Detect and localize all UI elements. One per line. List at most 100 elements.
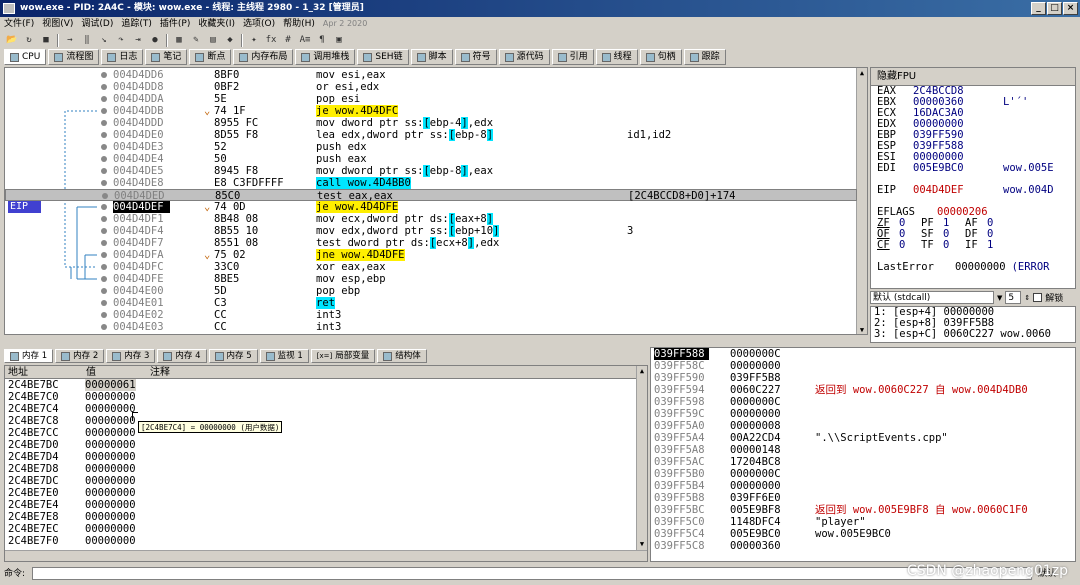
- col-comment[interactable]: 注释: [147, 366, 170, 379]
- hash-icon[interactable]: #: [280, 33, 296, 47]
- stack-row[interactable]: 039FF5C4 005E9BC0 wow.005E9BC0: [651, 528, 1075, 540]
- arg-count-field[interactable]: 5: [1005, 291, 1022, 304]
- lasterror-value[interactable]: 00000000: [955, 261, 1006, 273]
- disasm-row[interactable]: 004D4DE4 50 push eax: [5, 153, 857, 165]
- tab-14[interactable]: 跟踪: [683, 49, 726, 65]
- unlock-checkbox[interactable]: [1033, 293, 1043, 302]
- dump-value[interactable]: 00000000: [85, 535, 136, 547]
- hide-fpu-button[interactable]: 隐藏FPU: [871, 68, 1075, 86]
- breakpoint-dot-icon[interactable]: [101, 120, 107, 126]
- disasm-row[interactable]: 004D4DF7 8551 08 test dword ptr ds:[ecx+8]…: [5, 237, 857, 249]
- stack-row[interactable]: 039FF5C8 00000360: [651, 540, 1075, 552]
- restart-icon[interactable]: ↻: [21, 33, 37, 47]
- stack-value[interactable]: 0060C227: [730, 384, 781, 396]
- breakpoint-dot-icon[interactable]: [101, 276, 107, 282]
- disasm-row[interactable]: 004D4DDD 8955 FC mov dword ptr ss:[ebp-4],…: [5, 117, 857, 129]
- dump-row[interactable]: 2C4BE7CC 00000000: [5, 427, 647, 439]
- memory-dump[interactable]: 地址 值 注释 ▲ ▼ 2C4BE7BC 00000061 2C4BE7C0 0000…: [4, 365, 648, 562]
- dump-row[interactable]: 2C4BE7BC 00000061: [5, 379, 647, 391]
- breakpoint-dot-icon[interactable]: [101, 264, 107, 270]
- breakpoint-dot-icon[interactable]: [101, 324, 107, 330]
- stack-row[interactable]: 039FF590 039FF5B8: [651, 372, 1075, 384]
- stack-value[interactable]: 17204BC8: [730, 456, 781, 468]
- memory-tab-6[interactable]: [x=] 局部变量: [310, 349, 376, 363]
- dump-row[interactable]: 2C4BE7D4 00000000: [5, 451, 647, 463]
- disasm-row[interactable]: 004D4E03 CC int3: [5, 321, 857, 333]
- scroll-up-icon[interactable]: ▲: [857, 68, 867, 79]
- disasm-row[interactable]: 004D4DD6 8BF0 mov esi,eax: [5, 69, 857, 81]
- disasm-row[interactable]: 004D4DFC 33C0 xor eax,eax: [5, 261, 857, 273]
- open-icon[interactable]: 📂: [4, 33, 20, 47]
- scripts-icon[interactable]: ¶: [314, 33, 330, 47]
- tab-2[interactable]: 日志: [101, 49, 144, 65]
- breakpoint-dot-icon[interactable]: [101, 96, 107, 102]
- command-input[interactable]: [32, 567, 1032, 580]
- register-line[interactable]: EDI 005E9BC0 wow.005E: [871, 163, 1075, 174]
- stack-value[interactable]: 00000148: [730, 444, 781, 456]
- stack-value[interactable]: 0000000C: [730, 468, 781, 480]
- step-into-icon[interactable]: ↘: [96, 33, 112, 47]
- stack-row[interactable]: 039FF5B8 039FF6E0: [651, 492, 1075, 504]
- flag-value[interactable]: 0: [899, 240, 921, 251]
- tab-11[interactable]: 引用: [551, 49, 594, 65]
- col-value[interactable]: 值: [83, 366, 96, 379]
- dump-value[interactable]: 00000000: [85, 403, 136, 415]
- stack-value[interactable]: 005E9BC0: [730, 528, 781, 540]
- stack-row[interactable]: 039FF58C 00000000: [651, 360, 1075, 372]
- disasm-row[interactable]: 004D4DDA 5E pop esi: [5, 93, 857, 105]
- stack-row[interactable]: 039FF5A0 00000008: [651, 420, 1075, 432]
- calc-icon[interactable]: ▣: [331, 33, 347, 47]
- register-line[interactable]: EDX 00000000: [871, 119, 1075, 130]
- disasm-scrollbar[interactable]: ▲ ▼: [856, 68, 867, 334]
- stack-row[interactable]: 039FF598 0000000C: [651, 396, 1075, 408]
- dump-row[interactable]: 2C4BE7C4 00000000: [5, 403, 647, 415]
- dump-row[interactable]: 2C4BE7F0 00000000: [5, 535, 647, 547]
- breakpoint-dot-icon[interactable]: [102, 193, 108, 199]
- menu-item[interactable]: 选项(O): [243, 17, 275, 31]
- dump-row[interactable]: 2C4BE7D8 00000000: [5, 463, 647, 475]
- dump-value[interactable]: 00000061: [85, 379, 136, 391]
- disasm-row[interactable]: 004D4DE5 8945 F8 mov dword ptr ss:[ebp-8],…: [5, 165, 857, 177]
- breakpoint-dot-icon[interactable]: [101, 168, 107, 174]
- register-line[interactable]: EIP 004D4DEF wow.004D: [871, 185, 1075, 196]
- memory-tab-2[interactable]: 内存 3: [106, 349, 156, 363]
- stack-view[interactable]: 039FF588 0000000C 039FF58C 00000000 039FF590…: [650, 347, 1076, 562]
- breakpoint-dot-icon[interactable]: [101, 84, 107, 90]
- dump-value[interactable]: 00000000: [85, 523, 136, 535]
- dump-row[interactable]: 2C4BE7DC 00000000: [5, 475, 647, 487]
- memory-tab-1[interactable]: 内存 2: [55, 349, 105, 363]
- stack-row[interactable]: 039FF5A4 00A22CD4 ".\\ScriptEvents.cpp": [651, 432, 1075, 444]
- breakpoint-dot-icon[interactable]: [101, 240, 107, 246]
- disasm-row[interactable]: 004D4E02 CC int3: [5, 309, 857, 321]
- disasm-row[interactable]: 004D4DE0 8D55 F8 lea edx,dword ptr ss:[ebp…: [5, 129, 857, 141]
- dump-row[interactable]: 2C4BE7C0 00000000: [5, 391, 647, 403]
- stack-value[interactable]: 00000360: [730, 540, 781, 552]
- breakpoint-dot-icon[interactable]: [101, 216, 107, 222]
- tab-4[interactable]: 断点: [189, 49, 232, 65]
- stack-value[interactable]: 00000000: [730, 480, 781, 492]
- menu-item[interactable]: 文件(F): [4, 17, 34, 31]
- dump-row[interactable]: 2C4BE7E4 00000000: [5, 499, 647, 511]
- breakpoint-dot-icon[interactable]: [101, 288, 107, 294]
- dump-row[interactable]: 2C4BE7C8 00000000: [5, 415, 647, 427]
- disasm-row[interactable]: 004D4DE3 52 push edx: [5, 141, 857, 153]
- register-line[interactable]: EBP 039FF590: [871, 130, 1075, 141]
- restore-button[interactable]: □: [1047, 2, 1062, 15]
- memory-tab-4[interactable]: 内存 5: [208, 349, 258, 363]
- tab-0[interactable]: CPU: [4, 49, 47, 65]
- stack-value[interactable]: 039FF6E0: [730, 492, 781, 504]
- stack-value[interactable]: 00000008: [730, 420, 781, 432]
- stack-value[interactable]: 00000000: [730, 360, 781, 372]
- register-line[interactable]: EBX 00000360 L'´': [871, 97, 1075, 108]
- dump-row[interactable]: 2C4BE7E0 00000000: [5, 487, 647, 499]
- breakpoint-dot-icon[interactable]: [101, 204, 107, 210]
- stack-row[interactable]: 039FF594 0060C227 返回到 wow.0060C227 自 wow.0…: [651, 384, 1075, 396]
- stack-value[interactable]: 00A22CD4: [730, 432, 781, 444]
- dump-value[interactable]: 00000000: [85, 463, 136, 475]
- disasm-row[interactable]: 004D4DF1 8B48 08 mov ecx,dword ptr ds:[eax…: [5, 213, 857, 225]
- disasm-row[interactable]: 004D4DF4 8B55 10 mov edx,dword ptr ss:[ebp…: [5, 225, 857, 237]
- stack-value[interactable]: 0000000C: [730, 348, 781, 360]
- tab-7[interactable]: SEH链: [357, 49, 409, 65]
- stack-row[interactable]: 039FF5A8 00000148: [651, 444, 1075, 456]
- stack-row[interactable]: 039FF5AC 17204BC8: [651, 456, 1075, 468]
